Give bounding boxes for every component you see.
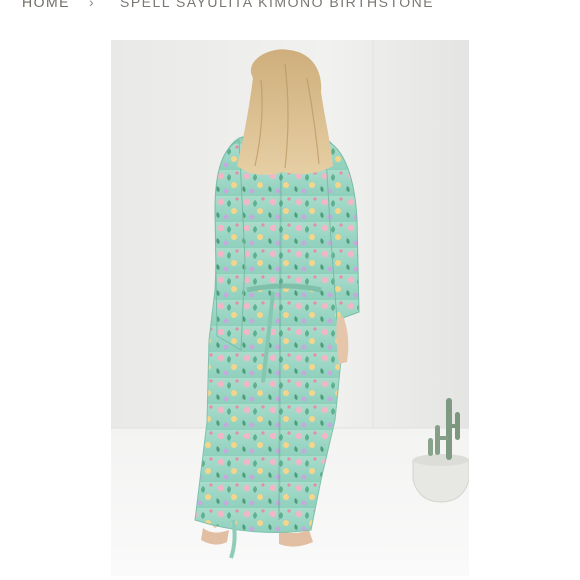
breadcrumb: HOME › SPELL SAYULITA KIMONO BIRTHSTONE — [0, 0, 580, 18]
breadcrumb-separator: › — [89, 0, 96, 10]
product-image[interactable] — [111, 40, 469, 576]
breadcrumb-home-link[interactable]: HOME — [22, 0, 70, 10]
breadcrumb-current-page: SPELL SAYULITA KIMONO BIRTHSTONE — [120, 0, 435, 10]
product-photo-illustration — [111, 40, 469, 576]
